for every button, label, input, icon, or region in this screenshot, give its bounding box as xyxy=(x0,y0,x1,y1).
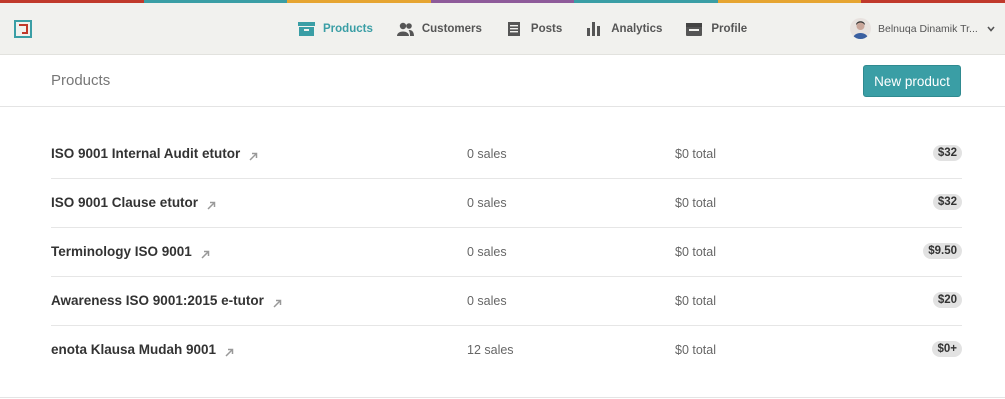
product-name: Terminology ISO 9001 xyxy=(51,244,192,259)
product-total: $0 total xyxy=(675,147,717,161)
price-badge: $20 xyxy=(932,292,962,308)
nav-item-profile[interactable]: Profile xyxy=(686,22,747,36)
product-total: $0 total xyxy=(675,343,717,357)
top-navbar: Products Customers Posts Analytics Profi… xyxy=(0,3,1005,55)
product-name-link[interactable]: Awareness ISO 9001:2015 e-tutor xyxy=(51,293,282,308)
box-icon xyxy=(298,21,315,36)
product-name: enota Klausa Mudah 9001 xyxy=(51,342,217,357)
chevron-down-icon xyxy=(986,24,996,34)
nav-item-posts[interactable]: Posts xyxy=(506,21,563,36)
profile-card-icon xyxy=(686,22,703,36)
product-name: Awareness ISO 9001:2015 e-tutor xyxy=(51,293,264,308)
external-link-icon[interactable] xyxy=(225,345,234,357)
product-name-link[interactable]: ISO 9001 Clause etutor xyxy=(51,195,216,210)
user-name: Belnuqa Dinamik Tr... xyxy=(878,22,978,35)
users-icon xyxy=(396,22,414,36)
nav-item-analytics[interactable]: Analytics xyxy=(586,21,663,36)
product-row: ISO 9001 Internal Audit etutor 0 sales $… xyxy=(51,130,962,179)
external-link-icon[interactable] xyxy=(249,149,258,161)
product-sales: 0 sales xyxy=(467,294,507,308)
product-list: ISO 9001 Internal Audit etutor 0 sales $… xyxy=(51,130,962,374)
user-menu[interactable]: Belnuqa Dinamik Tr... xyxy=(850,3,996,54)
document-icon xyxy=(506,21,523,36)
product-total: $0 total xyxy=(675,294,717,308)
external-link-icon[interactable] xyxy=(201,247,210,259)
product-total: $0 total xyxy=(675,245,717,259)
nav-item-label: Profile xyxy=(711,22,748,35)
product-sales: 0 sales xyxy=(467,147,507,161)
product-sales: 0 sales xyxy=(467,196,507,210)
product-name-link[interactable]: enota Klausa Mudah 9001 xyxy=(51,342,234,357)
external-link-icon[interactable] xyxy=(273,296,282,308)
product-row: Awareness ISO 9001:2015 e-tutor 0 sales … xyxy=(51,277,962,326)
nav-item-label: Posts xyxy=(530,22,563,35)
new-product-button[interactable]: New product xyxy=(863,65,961,97)
bar-chart-icon xyxy=(586,21,603,36)
page-title: Products xyxy=(51,72,111,89)
app-logo-icon[interactable] xyxy=(14,20,32,38)
product-row: Terminology ISO 9001 0 sales $0 total $9… xyxy=(51,228,962,277)
product-total: $0 total xyxy=(675,196,717,210)
nav-item-products[interactable]: Products xyxy=(298,21,373,36)
price-badge: $9.50 xyxy=(923,243,962,259)
main-nav: Products Customers Posts Analytics Profi… xyxy=(298,3,771,54)
product-row: ISO 9001 Clause etutor 0 sales $0 total … xyxy=(51,179,962,228)
product-name-link[interactable]: Terminology ISO 9001 xyxy=(51,244,210,259)
price-badge: $32 xyxy=(932,145,962,161)
external-link-icon[interactable] xyxy=(207,198,216,210)
price-badge: $0+ xyxy=(932,341,962,357)
price-badge: $32 xyxy=(932,194,962,210)
nav-item-label: Analytics xyxy=(611,22,663,35)
product-sales: 0 sales xyxy=(467,245,507,259)
product-row: enota Klausa Mudah 9001 12 sales $0 tota… xyxy=(51,326,962,374)
product-name-link[interactable]: ISO 9001 Internal Audit etutor xyxy=(51,146,258,161)
product-sales: 12 sales xyxy=(467,343,514,357)
page-header: Products New product xyxy=(0,55,1005,107)
nav-item-label: Customers xyxy=(421,22,482,35)
product-name: ISO 9001 Clause etutor xyxy=(51,195,199,210)
divider xyxy=(0,397,1005,398)
nav-item-customers[interactable]: Customers xyxy=(396,22,482,36)
nav-item-label: Products xyxy=(323,22,373,35)
avatar xyxy=(850,18,871,39)
product-name: ISO 9001 Internal Audit etutor xyxy=(51,146,241,161)
